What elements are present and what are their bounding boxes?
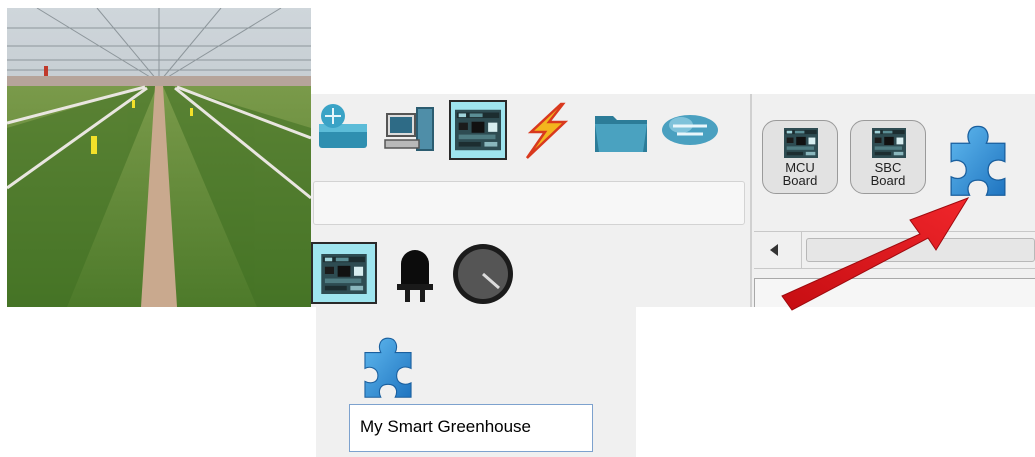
device-name-field[interactable]: My Smart Greenhouse: [349, 404, 593, 452]
led-icon[interactable]: [393, 242, 437, 304]
sbc-board-thumbnail: [871, 128, 907, 158]
mcu-board-thumbnail: [783, 128, 819, 158]
connections-lightning-icon[interactable]: [517, 100, 575, 160]
board-icon[interactable]: [311, 242, 377, 304]
puzzle-piece-icon[interactable]: [936, 118, 1020, 202]
sbc-board-button[interactable]: SBC Board: [850, 120, 926, 194]
greenhouse-photo: [7, 8, 311, 307]
network-devices-icon[interactable]: [315, 100, 373, 160]
multiuser-cloud-icon[interactable]: [659, 100, 718, 160]
device-type-panel: [311, 94, 752, 307]
mcu-board-button[interactable]: MCU Board: [762, 120, 838, 194]
miscellaneous-folder-icon[interactable]: [591, 100, 649, 160]
potentiometer-icon[interactable]: [449, 242, 515, 304]
mcu-board-label-line2: Board: [782, 173, 818, 188]
red-arrow-annotation: [781, 197, 970, 311]
end-devices-icon[interactable]: [381, 100, 439, 160]
device-search-box[interactable]: [313, 181, 745, 225]
components-board-icon[interactable]: [449, 100, 507, 160]
sbc-board-label-line2: Board: [870, 173, 906, 188]
custom-device-panel: My Smart Greenhouse: [316, 307, 636, 457]
custom-device-puzzle-icon[interactable]: [352, 331, 424, 403]
